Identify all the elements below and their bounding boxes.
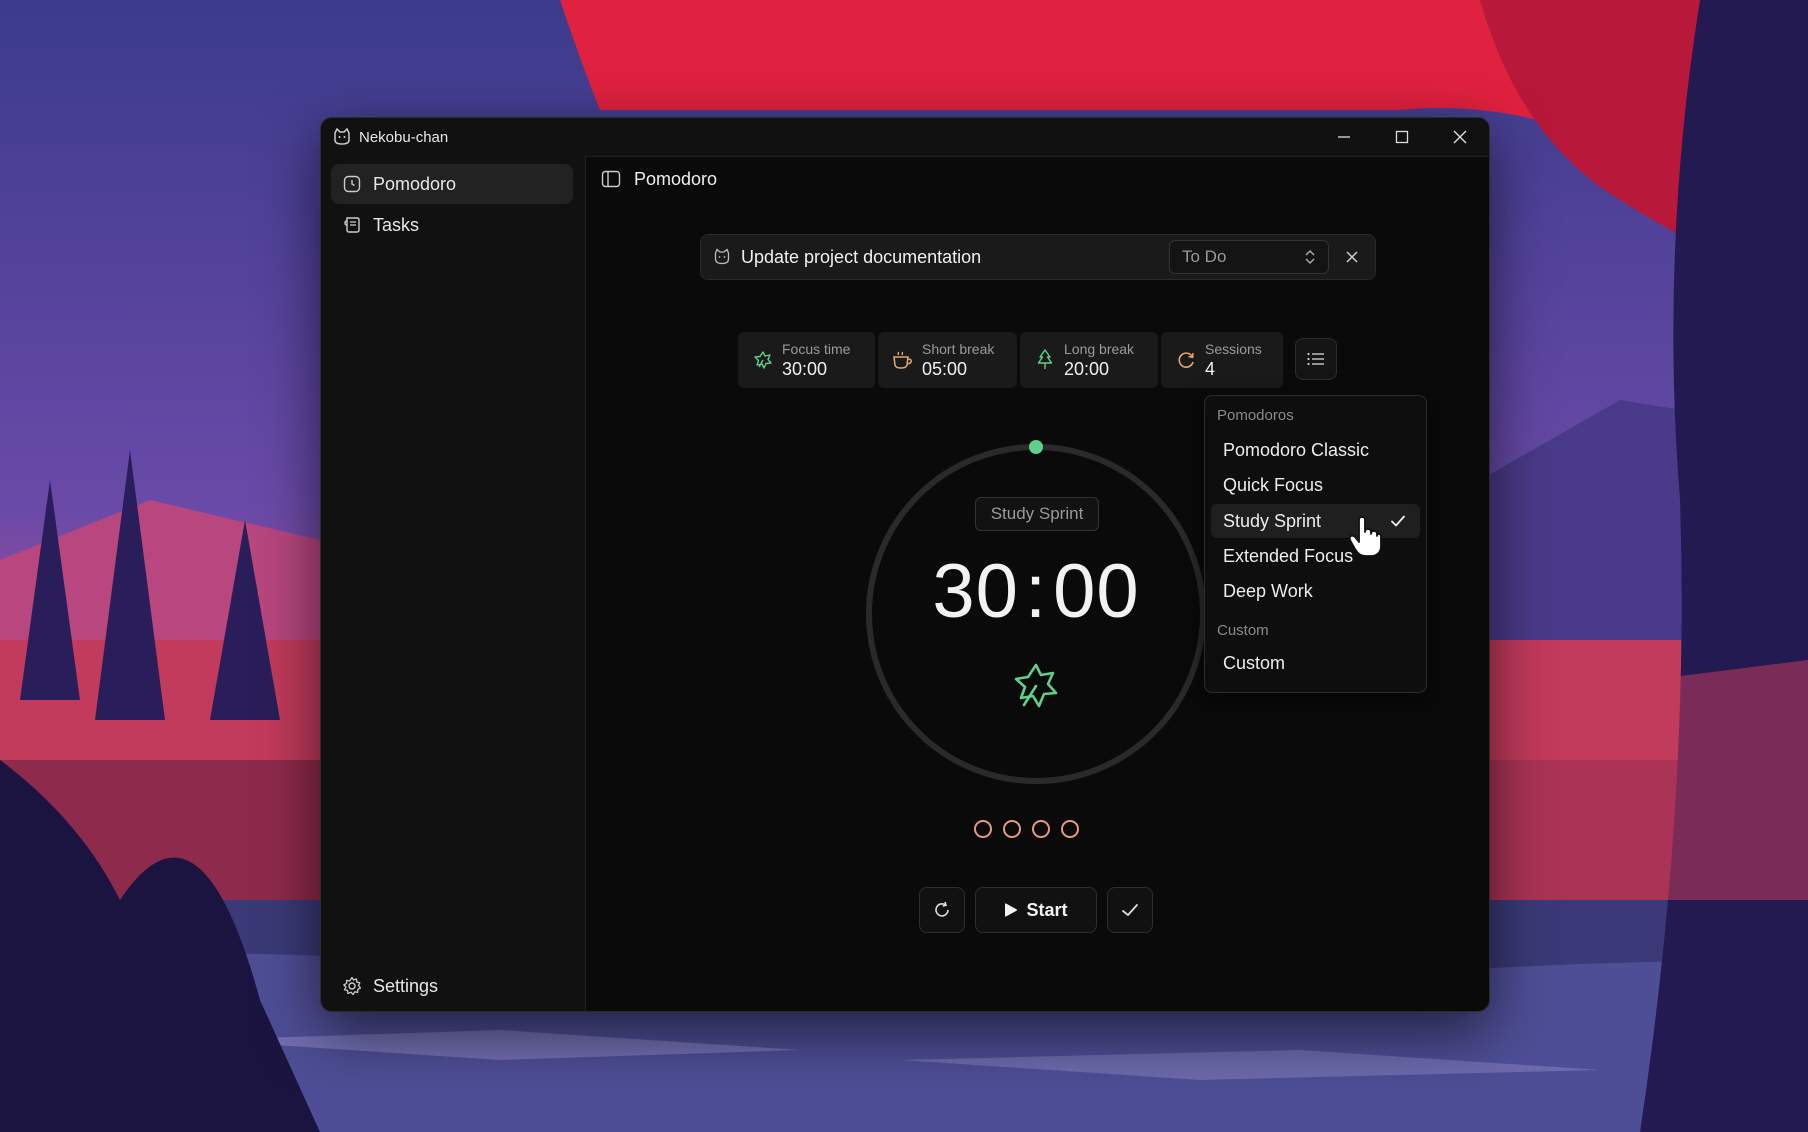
- minimize-icon: [1338, 136, 1350, 138]
- stat-label: Short break: [922, 340, 995, 357]
- stat-value: 05:00: [922, 358, 968, 379]
- coffee-icon: [892, 349, 914, 371]
- sidebar-item-tasks[interactable]: Tasks: [331, 205, 573, 245]
- stat-value: 4: [1205, 358, 1216, 379]
- sidebar: Pomodoro Tasks Settings: [321, 156, 586, 1011]
- start-label: Start: [1026, 899, 1068, 920]
- maximize-button[interactable]: [1373, 118, 1431, 156]
- presets-menu-button[interactable]: [1295, 338, 1337, 380]
- preset-deep-work[interactable]: Deep Work: [1211, 574, 1420, 608]
- clock-icon: [341, 173, 363, 195]
- timer-settings-summary: Focus time 30:00 Short break 05:00 Long …: [738, 332, 1283, 388]
- list-icon: [1307, 352, 1324, 366]
- preset-label: Deep Work: [1223, 580, 1313, 601]
- close-button[interactable]: [1431, 118, 1489, 156]
- preset-label: Quick Focus: [1223, 474, 1324, 495]
- loop-icon: [1175, 349, 1197, 371]
- scroll-icon: [341, 214, 363, 236]
- stat-short-break: Short break 05:00: [878, 332, 1017, 388]
- stat-label: Long break: [1064, 340, 1135, 357]
- page-header: Pomodoro: [600, 168, 717, 190]
- preset-quick-focus[interactable]: Quick Focus: [1211, 468, 1420, 502]
- checkmark-icon: [1391, 515, 1405, 527]
- window-title: Nekobu-chan: [359, 128, 449, 146]
- close-icon: [1346, 251, 1358, 263]
- hand-pointer-cursor-icon: [1348, 516, 1382, 563]
- sidebar-item-label: Tasks: [373, 214, 420, 235]
- clear-task-button[interactable]: [1339, 244, 1365, 270]
- sidebar-item-pomodoro[interactable]: Pomodoro: [331, 164, 573, 204]
- preset-study-sprint[interactable]: Study Sprint: [1211, 504, 1420, 538]
- chevron-up-down-icon: [1305, 249, 1315, 265]
- tree-icon: [1034, 349, 1056, 371]
- preset-label: Custom: [1223, 652, 1286, 673]
- complete-button[interactable]: [1107, 887, 1153, 933]
- sidebar-item-label: Pomodoro: [373, 173, 457, 194]
- cat-logo-icon: [331, 126, 353, 148]
- stat-label: Focus time: [782, 340, 851, 357]
- reset-button[interactable]: [919, 887, 965, 933]
- cat-face-icon: [711, 246, 733, 268]
- title-bar[interactable]: Nekobu-chan: [321, 118, 1489, 157]
- stat-focus-time: Focus time 30:00: [738, 332, 875, 388]
- stat-value: 30:00: [782, 358, 828, 379]
- sidebar-item-label: Settings: [373, 975, 439, 996]
- timer-controls: Start: [919, 887, 1153, 933]
- current-task-bar: Update project documentation To Do: [700, 234, 1376, 280]
- stat-value: 20:00: [1064, 358, 1110, 379]
- session-dot: [1032, 820, 1050, 838]
- timer-mode-badge: Study Sprint: [975, 497, 1099, 531]
- presets-dropdown: Pomodoros Pomodoro Classic Quick Focus S…: [1204, 395, 1427, 693]
- preset-label: Pomodoro Classic: [1223, 439, 1370, 460]
- minimize-button[interactable]: [1315, 118, 1373, 156]
- countdown-seconds: 00: [1053, 549, 1140, 634]
- sidebar-item-settings[interactable]: Settings: [331, 966, 573, 1006]
- stat-long-break: Long break 20:00: [1020, 332, 1158, 388]
- countdown-separator: :: [1024, 549, 1048, 634]
- stat-sessions: Sessions 4: [1161, 332, 1283, 388]
- preset-pomodoro-classic[interactable]: Pomodoro Classic: [1211, 433, 1420, 467]
- leaf-icon: [752, 349, 774, 371]
- reset-icon: [935, 901, 949, 917]
- dropdown-group-label: Custom: [1217, 622, 1269, 639]
- progress-indicator-dot: [1029, 440, 1043, 454]
- preset-custom[interactable]: Custom: [1211, 646, 1420, 680]
- preset-label: Extended Focus: [1223, 545, 1354, 566]
- session-dot: [1003, 820, 1021, 838]
- session-dot: [974, 820, 992, 838]
- preset-label: Study Sprint: [1223, 510, 1322, 531]
- close-icon: [1453, 130, 1467, 144]
- maximize-icon: [1395, 130, 1409, 144]
- play-icon: [1004, 902, 1018, 918]
- preset-extended-focus[interactable]: Extended Focus: [1211, 539, 1420, 573]
- task-status-select[interactable]: To Do: [1169, 240, 1329, 274]
- sidebar-toggle-icon[interactable]: [600, 168, 622, 190]
- gear-icon: [341, 975, 363, 997]
- task-title: Update project documentation: [741, 246, 982, 267]
- checkmark-icon: [1122, 904, 1138, 916]
- session-dot: [1061, 820, 1079, 838]
- countdown-minutes: 30: [932, 549, 1019, 634]
- session-progress-dots: [974, 820, 1079, 838]
- task-status-value: To Do: [1182, 247, 1227, 266]
- page-title: Pomodoro: [634, 168, 718, 189]
- countdown-display: 30:00: [880, 548, 1192, 635]
- leaf-icon: [1010, 660, 1062, 717]
- dropdown-group-label: Pomodoros: [1217, 407, 1294, 424]
- timer-mode-label: Study Sprint: [990, 504, 1084, 523]
- start-button[interactable]: Start: [975, 887, 1097, 933]
- stat-label: Sessions: [1205, 340, 1262, 357]
